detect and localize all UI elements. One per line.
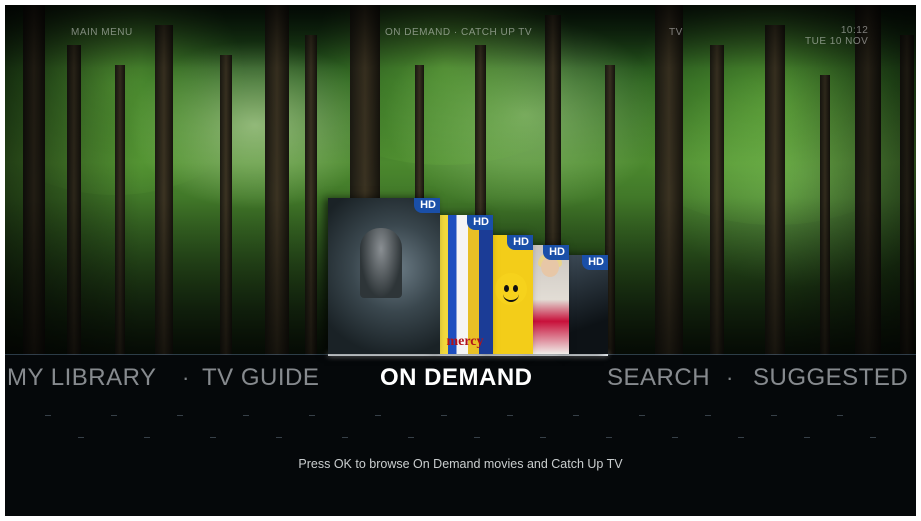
menu-item-my-library[interactable]: MY LIBRARY — [7, 364, 157, 392]
clock-date: TUE 10 NOV — [805, 36, 869, 47]
decorative-dash — [441, 415, 447, 416]
poster-figure-art — [360, 228, 402, 298]
menu-separator: · — [726, 365, 734, 390]
decorative-dash — [375, 415, 381, 416]
poster-title-text: mercy — [446, 334, 484, 349]
tv-label: TV — [669, 27, 683, 38]
decorative-dash — [870, 437, 876, 438]
tv-screen: MAIN MENU ON DEMAND · CATCH UP TV TV 10:… — [5, 5, 916, 516]
hd-badge: HD — [543, 245, 569, 260]
poster-mercy[interactable]: HD mercy — [437, 215, 493, 354]
decorative-dash — [639, 415, 645, 416]
menu-item-on-demand[interactable]: ON DEMAND — [380, 364, 533, 392]
decorative-dash — [837, 415, 843, 416]
hd-badge: HD — [414, 198, 440, 213]
menu-item-search[interactable]: SEARCH — [607, 364, 710, 392]
portrait-face-art — [541, 257, 559, 277]
hd-badge: HD — [507, 235, 533, 250]
decorative-dash — [738, 437, 744, 438]
lego-face-art — [495, 273, 527, 305]
decorative-dash — [276, 437, 282, 438]
decorative-dash — [144, 437, 150, 438]
hd-badge: HD — [582, 255, 608, 270]
decorative-dash — [111, 415, 117, 416]
clock-time: 10:12 — [840, 25, 869, 36]
decorative-dash — [705, 415, 711, 416]
decorative-dash — [573, 415, 579, 416]
decorative-dash — [804, 437, 810, 438]
decorative-dash — [606, 437, 612, 438]
decorative-dash — [540, 437, 546, 438]
hint-text: Press OK to browse On Demand movies and … — [298, 457, 623, 471]
decorative-dash — [507, 415, 513, 416]
main-menu-label: MAIN MENU — [71, 27, 133, 38]
decorative-dash — [45, 415, 51, 416]
poster-portrait[interactable]: HD — [531, 245, 569, 354]
hd-badge: HD — [467, 215, 493, 230]
section-breadcrumb: ON DEMAND · CATCH UP TV — [385, 27, 533, 38]
decorative-dash — [342, 437, 348, 438]
poster-jurassic-world[interactable]: HD — [328, 198, 440, 354]
menu-separator: · — [182, 365, 190, 390]
poster-lego[interactable]: HD — [489, 235, 533, 354]
clock-readout: 10:12 TUE 10 NOV — [805, 25, 868, 47]
menu-item-tv-guide[interactable]: TV GUIDE — [202, 364, 319, 392]
decorative-dash — [309, 415, 315, 416]
decorative-dash — [243, 415, 249, 416]
decorative-dash — [210, 437, 216, 438]
decorative-dash — [474, 437, 480, 438]
menu-item-suggested[interactable]: SUGGESTED — [753, 364, 908, 392]
decorative-dash — [408, 437, 414, 438]
decorative-dash — [771, 415, 777, 416]
decorative-dash — [177, 415, 183, 416]
decorative-dash — [78, 437, 84, 438]
poster-dark[interactable]: HD — [566, 255, 608, 354]
decorative-dash — [672, 437, 678, 438]
